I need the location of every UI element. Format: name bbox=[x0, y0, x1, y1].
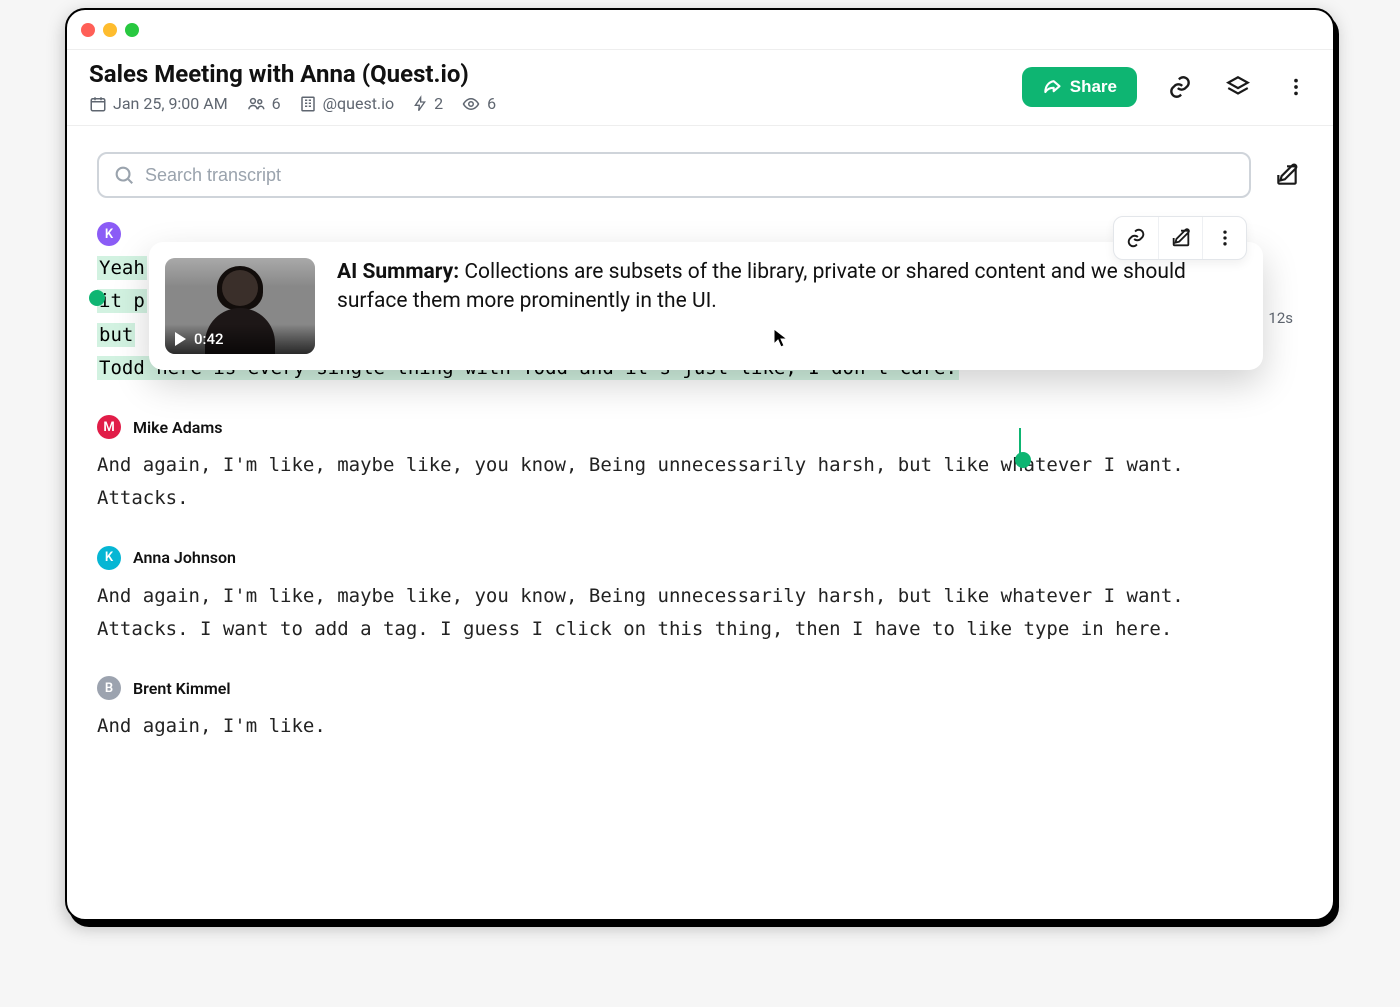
share-label: Share bbox=[1070, 77, 1117, 97]
selection-handle-start[interactable] bbox=[89, 290, 105, 306]
header: Sales Meeting with Anna (Quest.io) Jan 2… bbox=[67, 50, 1333, 126]
transcript-text[interactable]: And again, I'm like. bbox=[97, 710, 1223, 743]
transcript-text[interactable]: And again, I'm like, maybe like, you kno… bbox=[97, 580, 1223, 647]
video-thumbnail[interactable]: 0:42 bbox=[165, 258, 315, 354]
avatar: B bbox=[97, 676, 121, 700]
popover-edit-button[interactable] bbox=[1158, 217, 1202, 259]
meta-views-text: 6 bbox=[487, 94, 496, 113]
meta-actions-text: 2 bbox=[434, 94, 443, 113]
meta-attendees-text: 6 bbox=[272, 94, 281, 113]
highlight-duration-text: 12s bbox=[1268, 309, 1293, 327]
building-icon bbox=[299, 95, 317, 113]
transcript-segment: M Mike Adams And again, I'm like, maybe … bbox=[97, 415, 1223, 516]
avatar: K bbox=[97, 222, 121, 246]
highlight-text: but bbox=[97, 323, 135, 347]
meta-domain[interactable]: @quest.io bbox=[299, 94, 395, 113]
search-box[interactable] bbox=[97, 152, 1251, 198]
meta-date[interactable]: Jan 25, 9:00 AM bbox=[89, 94, 228, 113]
highlight-text: Yeah bbox=[97, 256, 147, 280]
share-button[interactable]: Share bbox=[1022, 67, 1137, 107]
avatar: K bbox=[97, 546, 121, 570]
bolt-icon bbox=[412, 95, 428, 113]
avatar: M bbox=[97, 415, 121, 439]
users-icon bbox=[246, 95, 266, 113]
eye-icon bbox=[461, 95, 481, 113]
video-duration: 0:42 bbox=[194, 330, 224, 348]
play-icon[interactable] bbox=[175, 332, 186, 346]
page-title: Sales Meeting with Anna (Quest.io) bbox=[89, 60, 1022, 88]
meta-actions[interactable]: 2 bbox=[412, 94, 443, 113]
search-input[interactable] bbox=[145, 165, 1235, 186]
transcript-segment: B Brent Kimmel And again, I'm like. bbox=[97, 676, 1223, 743]
popover-kebab-button[interactable] bbox=[1202, 217, 1246, 259]
highlighted-selection[interactable]: Yeahid it p, but Todd here is every sing… bbox=[97, 252, 1223, 385]
share-arrow-icon bbox=[1042, 77, 1062, 97]
edit-transcript-button[interactable] bbox=[1271, 159, 1303, 191]
window-minimize-button[interactable] bbox=[103, 23, 117, 37]
ai-summary-popover: 0:42 AI Summary: Collections are subsets… bbox=[149, 242, 1263, 370]
meta-attendees[interactable]: 6 bbox=[246, 94, 281, 113]
titlebar bbox=[67, 10, 1333, 50]
copy-link-button[interactable] bbox=[1165, 72, 1195, 102]
calendar-icon bbox=[89, 95, 107, 113]
body: K Yeahid it p, but Todd here is every si… bbox=[67, 126, 1333, 919]
popover-copy-link-button[interactable] bbox=[1114, 217, 1158, 259]
window-zoom-button[interactable] bbox=[125, 23, 139, 37]
speaker-name: Mike Adams bbox=[133, 418, 222, 437]
app-window: Sales Meeting with Anna (Quest.io) Jan 2… bbox=[65, 8, 1335, 921]
selection-handle-end[interactable] bbox=[1015, 452, 1031, 468]
meta-domain-text: @quest.io bbox=[323, 94, 395, 113]
transcript: K Yeahid it p, but Todd here is every si… bbox=[97, 222, 1303, 743]
speaker-name: Brent Kimmel bbox=[133, 679, 231, 698]
speaker-name: Anna Johnson bbox=[133, 548, 236, 567]
search-icon bbox=[113, 164, 135, 186]
highlight-text: it p bbox=[97, 289, 147, 313]
popover-actions bbox=[1113, 216, 1247, 260]
speaker-row: B Brent Kimmel bbox=[97, 676, 1223, 700]
header-left: Sales Meeting with Anna (Quest.io) Jan 2… bbox=[89, 60, 1022, 113]
video-controls: 0:42 bbox=[165, 324, 315, 354]
meta-bar: Jan 25, 9:00 AM 6 @quest.io bbox=[89, 94, 1022, 113]
ai-summary-body: Collections are subsets of the library, … bbox=[337, 260, 1186, 313]
speaker-row: K Anna Johnson bbox=[97, 546, 1223, 570]
ai-summary-text: AI Summary: Collections are subsets of t… bbox=[337, 258, 1245, 317]
kebab-menu-button[interactable] bbox=[1281, 72, 1311, 102]
speaker-row: M Mike Adams bbox=[97, 415, 1223, 439]
header-actions: Share bbox=[1022, 67, 1311, 107]
transcript-segment: K Anna Johnson And again, I'm like, mayb… bbox=[97, 546, 1223, 647]
search-row bbox=[97, 152, 1303, 198]
window-close-button[interactable] bbox=[81, 23, 95, 37]
ai-summary-prefix: AI Summary: bbox=[337, 260, 459, 284]
transcript-text[interactable]: And again, I'm like, maybe like, you kno… bbox=[97, 449, 1223, 516]
meta-date-text: Jan 25, 9:00 AM bbox=[113, 94, 228, 113]
layers-button[interactable] bbox=[1223, 72, 1253, 102]
meta-views[interactable]: 6 bbox=[461, 94, 496, 113]
